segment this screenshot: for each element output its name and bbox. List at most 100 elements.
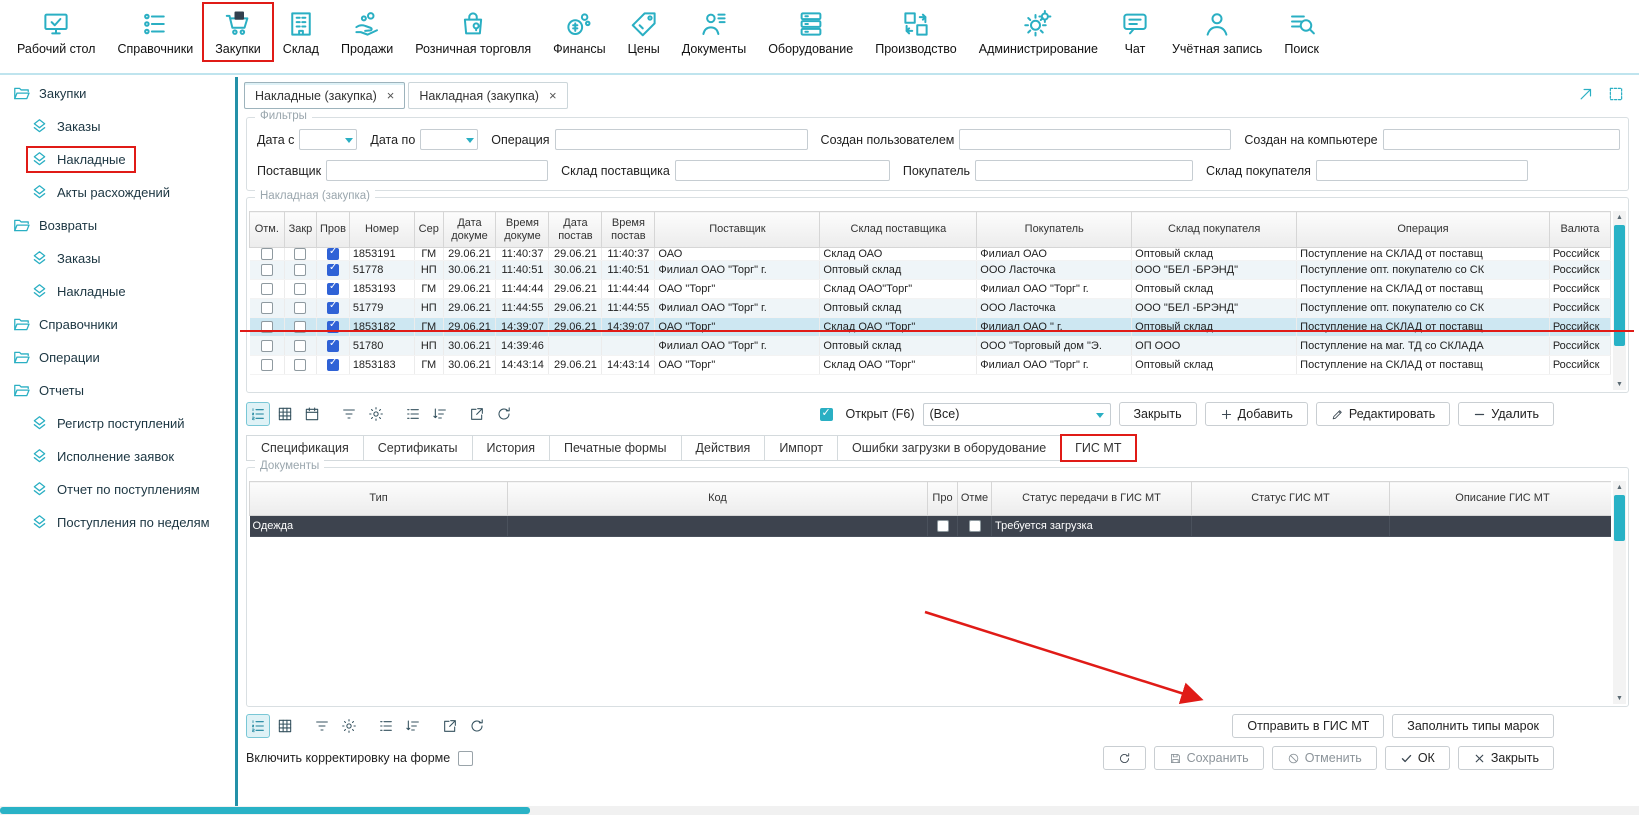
- row-checkbox[interactable]: [261, 340, 273, 352]
- open-filter-checkbox[interactable]: ✓: [820, 408, 833, 421]
- row-checkbox[interactable]: [294, 321, 306, 333]
- scrollbar-thumb[interactable]: [1614, 495, 1625, 541]
- row-checkbox[interactable]: ✓: [327, 340, 339, 352]
- ok-button[interactable]: ОК: [1385, 746, 1450, 770]
- filter-created-on-computer-field[interactable]: [1384, 130, 1619, 149]
- sidebar-item-returns-orders[interactable]: Заказы: [0, 242, 234, 275]
- fill-mark-types-button[interactable]: Заполнить типы марок: [1392, 714, 1554, 738]
- table-row[interactable]: ✓1853183ГМ30.06.2114:43:1429.06.2114:43:…: [250, 356, 1611, 375]
- scroll-down-icon[interactable]: ▼: [1613, 378, 1626, 390]
- sidebar-item-purchases-folder[interactable]: Закупки: [0, 77, 234, 110]
- cancel-button[interactable]: Отменить: [1272, 746, 1377, 770]
- row-checkbox[interactable]: ✓: [327, 248, 339, 260]
- column-header[interactable]: Статус передачи в ГИС МТ: [992, 482, 1192, 516]
- sidebar-item-receipts-register[interactable]: Регистр поступлений: [0, 407, 234, 440]
- column-header[interactable]: Дата постав: [549, 212, 602, 248]
- column-header[interactable]: Номер: [349, 212, 414, 248]
- column-header[interactable]: Отм.: [250, 212, 285, 248]
- send-to-gis-mt-button[interactable]: Отправить в ГИС МТ: [1232, 714, 1384, 738]
- close-tab-icon[interactable]: ×: [387, 89, 395, 102]
- toolbar-item-retail[interactable]: Розничная торговля: [404, 4, 542, 60]
- filter-supplier-warehouse-field[interactable]: [676, 161, 889, 180]
- table-row[interactable]: ✓51778НП30.06.2111:40:5130.06.2111:40:51…: [250, 261, 1611, 280]
- sidebar-item-requests-execution[interactable]: Исполнение заявок: [0, 440, 234, 473]
- popout-icon[interactable]: [1577, 85, 1595, 103]
- list-icon[interactable]: [401, 402, 425, 426]
- toolbar-item-equipment[interactable]: Оборудование: [757, 4, 864, 60]
- row-checkbox[interactable]: [294, 359, 306, 371]
- scroll-up-icon[interactable]: ▲: [1613, 211, 1626, 223]
- row-checkbox[interactable]: [261, 283, 273, 295]
- correction-checkbox[interactable]: [458, 751, 473, 766]
- numbered-list-icon[interactable]: [246, 714, 270, 738]
- toolbar-item-account[interactable]: Учётная запись: [1161, 4, 1273, 60]
- column-header[interactable]: Статус ГИС МТ: [1192, 482, 1390, 516]
- column-header[interactable]: Время постав: [602, 212, 655, 248]
- row-checkbox[interactable]: ✓: [327, 321, 339, 333]
- row-checkbox[interactable]: [261, 264, 273, 276]
- refresh-icon[interactable]: [492, 402, 516, 426]
- toolbar-item-search[interactable]: Поиск: [1273, 4, 1330, 60]
- filter-created-by-user-field[interactable]: [960, 130, 1230, 149]
- filter-operation-field[interactable]: [556, 130, 807, 149]
- sort-list-icon[interactable]: [401, 714, 425, 738]
- table-row[interactable]: ✓1853191ГМ29.06.2111:40:3729.06.2111:40:…: [250, 248, 1611, 261]
- row-checkbox[interactable]: [937, 520, 949, 532]
- invoices-vertical-scrollbar[interactable]: ▲ ▼: [1613, 211, 1626, 390]
- tab-gis-mt[interactable]: ГИС МТ: [1061, 435, 1136, 461]
- export-icon[interactable]: [438, 714, 462, 738]
- add-button[interactable]: Добавить: [1205, 402, 1308, 426]
- column-header[interactable]: Дата докуме: [443, 212, 496, 248]
- refresh-button[interactable]: [1103, 746, 1146, 770]
- row-checkbox[interactable]: [261, 248, 273, 260]
- column-header[interactable]: Склад поставщика: [820, 212, 977, 248]
- scroll-down-icon[interactable]: ▼: [1613, 692, 1626, 704]
- column-header[interactable]: Сер: [415, 212, 444, 248]
- refresh-icon[interactable]: [465, 714, 489, 738]
- column-header[interactable]: Про: [928, 482, 958, 516]
- sidebar-item-returns-invoices[interactable]: Накладные: [0, 275, 234, 308]
- toolbar-item-desktop[interactable]: Рабочий стол: [6, 4, 106, 60]
- column-header[interactable]: Покупатель: [977, 212, 1132, 248]
- row-checkbox[interactable]: [261, 321, 273, 333]
- sidebar-item-operations[interactable]: Операции: [0, 341, 234, 374]
- sidebar-item-directories-folder[interactable]: Справочники: [0, 308, 234, 341]
- sidebar-item-receipts-report[interactable]: Отчет по поступлениям: [0, 473, 234, 506]
- gear-icon[interactable]: [337, 714, 361, 738]
- tab-equipment-load-errors[interactable]: Ошибки загрузки в оборудование: [838, 435, 1061, 461]
- toolbar-item-finances[interactable]: Финансы: [542, 4, 616, 60]
- filter-created-on-computer-input[interactable]: [1383, 129, 1620, 150]
- column-header[interactable]: Время докуме: [496, 212, 549, 248]
- toolbar-item-administration[interactable]: Администрирование: [968, 4, 1109, 60]
- filter-date-to-field[interactable]: [421, 130, 477, 149]
- sort-list-icon[interactable]: [428, 402, 452, 426]
- row-checkbox[interactable]: [261, 359, 273, 371]
- edit-button[interactable]: Редактировать: [1316, 402, 1450, 426]
- grid-icon[interactable]: [273, 714, 297, 738]
- grid-icon[interactable]: [273, 402, 297, 426]
- row-checkbox[interactable]: ✓: [327, 359, 339, 371]
- toolbar-item-purchases[interactable]: Закупки: [204, 4, 272, 60]
- filter-buyer-warehouse-input[interactable]: [1316, 160, 1528, 181]
- filter-date-from-field[interactable]: [300, 130, 356, 149]
- sidebar-item-purchases-invoices[interactable]: Накладные: [0, 143, 234, 176]
- toolbar-item-documents[interactable]: Документы: [671, 4, 757, 60]
- scrollbar-thumb[interactable]: [0, 807, 530, 814]
- filter-buyer-input[interactable]: [975, 160, 1193, 181]
- close-tab-icon[interactable]: ×: [549, 89, 557, 102]
- filter-date-to-input[interactable]: [420, 129, 478, 150]
- tab-print-forms[interactable]: Печатные формы: [550, 435, 682, 461]
- tab-import[interactable]: Импорт: [765, 435, 838, 461]
- row-checkbox[interactable]: [294, 340, 306, 352]
- filter-buyer-warehouse-field[interactable]: [1317, 161, 1527, 180]
- toolbar-item-production[interactable]: Производство: [864, 4, 968, 60]
- filter-date-from-input[interactable]: [299, 129, 357, 150]
- sidebar-item-purchases-orders[interactable]: Заказы: [0, 110, 234, 143]
- row-checkbox[interactable]: [969, 520, 981, 532]
- column-header[interactable]: Валюта: [1549, 212, 1610, 248]
- sidebar-item-reports-folder[interactable]: Отчеты: [0, 374, 234, 407]
- export-icon[interactable]: [465, 402, 489, 426]
- row-checkbox[interactable]: ✓: [327, 302, 339, 314]
- close-button[interactable]: Закрыть: [1458, 746, 1554, 770]
- column-header[interactable]: Склад покупателя: [1132, 212, 1297, 248]
